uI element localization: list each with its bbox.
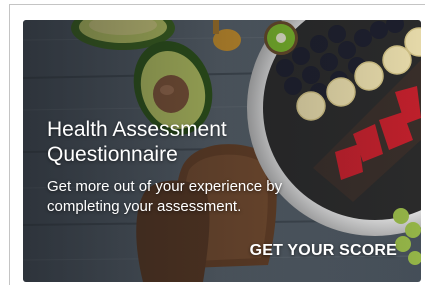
card-description: Get more out of your experience by compl…: [47, 178, 283, 215]
card-title: Health Assessment Questionnaire: [47, 118, 227, 166]
health-assessment-card[interactable]: Health Assessment Questionnaire Get more…: [23, 20, 421, 282]
get-score-link[interactable]: GET YOUR SCORE: [250, 242, 397, 260]
